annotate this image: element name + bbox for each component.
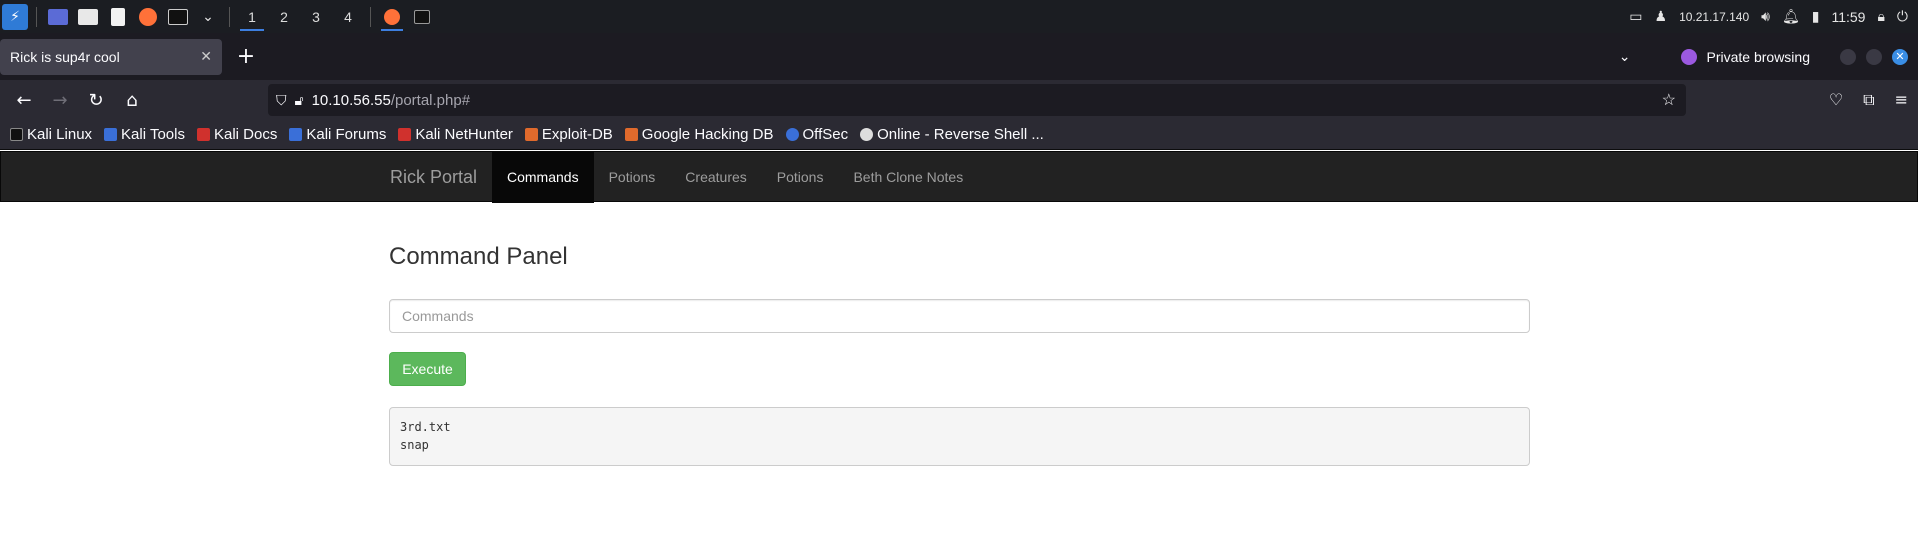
extensions-icon[interactable]: ⧉: [1863, 90, 1874, 110]
bookmark-offsec[interactable]: OffSec: [785, 126, 848, 143]
bookmarks-toolbar: Kali Linux Kali Tools Kali Docs Kali For…: [0, 120, 1918, 150]
clock: 11:59: [1831, 8, 1866, 25]
bookmark-star-icon[interactable]: ☆: [1662, 90, 1676, 110]
tab-title: Rick is sup4r cool: [10, 48, 120, 65]
nav-potions[interactable]: Potions: [594, 152, 671, 203]
url-path: /portal.php#: [390, 91, 471, 109]
nav-potions-2[interactable]: Potions: [762, 152, 839, 203]
reload-icon[interactable]: ↻: [78, 84, 114, 116]
site-navbar: Rick Portal Commands Potions Creatures P…: [0, 151, 1918, 203]
notification-bell-icon[interactable]: 🔔︎: [1782, 8, 1800, 25]
output-line: snap: [400, 438, 429, 452]
insecure-lock-icon[interactable]: 🔓︎: [295, 92, 304, 109]
shield-icon[interactable]: ⛉: [276, 92, 287, 109]
site-menu: Commands Potions Creatures Potions Beth …: [492, 152, 978, 203]
nav-beth-clone-notes[interactable]: Beth Clone Notes: [838, 152, 978, 203]
execute-button[interactable]: Execute: [389, 352, 466, 386]
firefox-icon[interactable]: [133, 0, 163, 33]
taskbar-separator: [370, 6, 371, 27]
new-tab-button[interactable]: +: [228, 39, 264, 75]
menu-icon[interactable]: ≡: [1895, 90, 1908, 110]
bookmark-kali-linux[interactable]: Kali Linux: [10, 126, 92, 143]
kali-menu-icon[interactable]: ⚡: [0, 0, 30, 33]
bookmark-kali-tools[interactable]: Kali Tools: [104, 126, 185, 143]
file-manager-icon[interactable]: [73, 0, 103, 33]
battery-icon: ▮: [1811, 8, 1820, 24]
terminal-icon[interactable]: [163, 0, 193, 33]
bookmark-exploit-db[interactable]: Exploit-DB: [524, 126, 613, 143]
chevron-down-icon[interactable]: ⌄: [193, 0, 223, 33]
firefox-window-icon[interactable]: [377, 0, 407, 33]
forward-arrow-icon[interactable]: →: [42, 84, 78, 116]
browser-tab[interactable]: Rick is sup4r cool ✕: [0, 38, 222, 75]
power-icon[interactable]: ⏻: [1897, 8, 1908, 25]
volume-icon[interactable]: 🔊︎: [1761, 8, 1770, 25]
vpn-icon: ♟: [1654, 8, 1668, 24]
kali-docs-icon: [196, 128, 210, 141]
browser-tab-strip: Rick is sup4r cool ✕ + ⌄ Private browsin…: [0, 33, 1918, 80]
offsec-icon: [785, 128, 799, 141]
url-host: 10.10.56.55: [311, 91, 391, 109]
text-editor-icon[interactable]: [103, 0, 133, 33]
ip-address: 10.21.17.140: [1679, 9, 1750, 24]
kali-tools-icon: [104, 128, 118, 141]
taskbar-separator: [36, 6, 37, 27]
close-window-button[interactable]: ✕: [1892, 48, 1908, 65]
terminal-window-icon[interactable]: [407, 0, 437, 33]
commands-input[interactable]: [389, 299, 1530, 333]
url-bar[interactable]: ⛉ 🔓︎ 10.10.56.55/portal.php# ☆: [268, 84, 1686, 116]
workspace-1[interactable]: 1: [236, 0, 268, 33]
bookmark-kali-docs[interactable]: Kali Docs: [196, 126, 277, 143]
show-desktop-icon[interactable]: [43, 0, 73, 33]
bookmark-kali-nethunter[interactable]: Kali NetHunter: [398, 126, 513, 143]
page-title: Command Panel: [389, 243, 568, 270]
kali-linux-icon: [10, 128, 23, 141]
maximize-button[interactable]: [1866, 48, 1882, 65]
command-output: 3rd.txt snap: [389, 407, 1530, 466]
workspace-4[interactable]: 4: [332, 0, 364, 33]
exploit-db-icon: [524, 128, 538, 141]
web-page: Rick Portal Commands Potions Creatures P…: [0, 150, 1918, 551]
private-browsing-icon: [1680, 48, 1697, 65]
kali-forums-icon: [289, 128, 303, 141]
output-line: 3rd.txt: [400, 420, 451, 434]
skull-icon: [860, 128, 874, 141]
minimize-button[interactable]: [1840, 48, 1856, 65]
screen-icon[interactable]: ▭: [1629, 8, 1642, 25]
bookmark-google-hacking-db[interactable]: Google Hacking DB: [624, 126, 774, 143]
workspace-3[interactable]: 3: [300, 0, 332, 33]
bookmark-reverse-shell[interactable]: Online - Reverse Shell ...: [860, 126, 1044, 143]
close-icon[interactable]: ✕: [200, 48, 212, 65]
home-icon[interactable]: ⌂: [114, 84, 150, 116]
nav-commands[interactable]: Commands: [492, 152, 594, 203]
list-all-tabs-icon[interactable]: ⌄: [1619, 48, 1631, 65]
private-browsing-label: Private browsing: [1706, 48, 1811, 65]
navigation-toolbar: ← → ↻ ⌂ ⛉ 🔓︎ 10.10.56.55/portal.php# ☆ ♡…: [0, 80, 1918, 120]
kali-nethunter-icon: [398, 128, 412, 141]
pocket-icon[interactable]: ♡: [1829, 90, 1843, 110]
bookmark-kali-forums[interactable]: Kali Forums: [289, 126, 386, 143]
os-taskbar: ⚡ ⌄ 1 2 3 4 ▭ ♟ 10.21.17.140 🔊︎ 🔔︎ ▮ 11:…: [0, 0, 1918, 33]
site-brand[interactable]: Rick Portal: [390, 152, 477, 203]
nav-creatures[interactable]: Creatures: [670, 152, 761, 203]
workspace-2[interactable]: 2: [268, 0, 300, 33]
taskbar-separator: [229, 6, 230, 27]
lock-icon[interactable]: 🔒︎: [1877, 8, 1884, 25]
google-hacking-db-icon: [624, 128, 638, 141]
back-arrow-icon[interactable]: ←: [6, 84, 42, 116]
